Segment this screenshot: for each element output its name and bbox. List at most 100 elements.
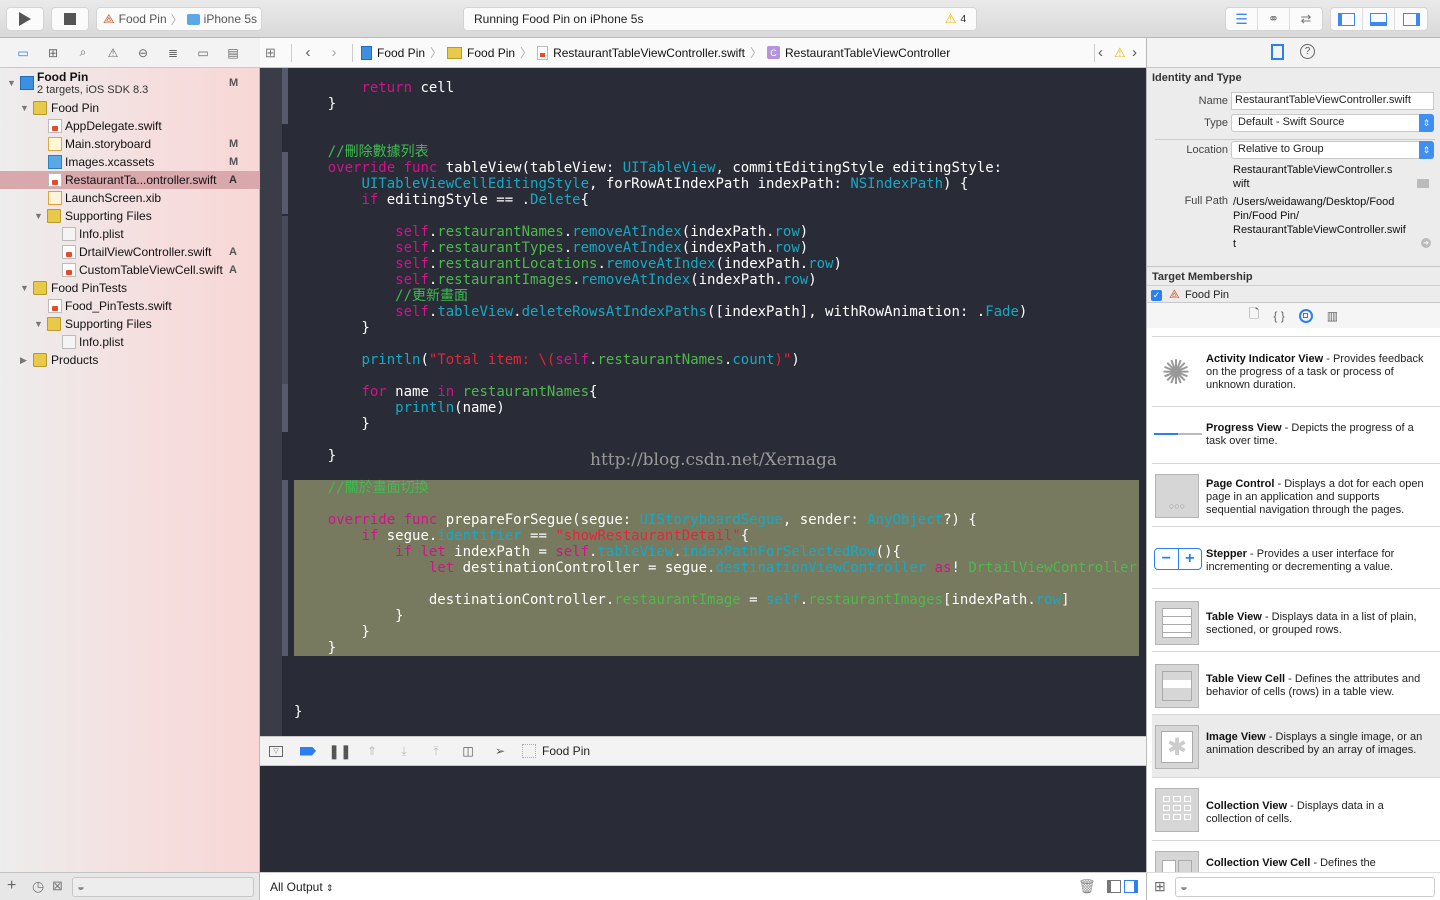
simulate-location-button[interactable]: ➢ bbox=[484, 740, 516, 762]
scheme-selector[interactable]: ⟁ Food Pin 〉 iPhone 5s bbox=[96, 7, 262, 31]
swift-file-icon bbox=[62, 263, 76, 277]
tree-item-folder[interactable]: ▼ Supporting Files bbox=[0, 207, 259, 225]
issue-navigator-icon[interactable]: ⚠ bbox=[104, 44, 122, 62]
pause-button[interactable]: ❚❚ bbox=[324, 740, 356, 762]
breadcrumb-file[interactable]: RestaurantTableViewController.swift bbox=[537, 45, 745, 60]
object-library-icon[interactable] bbox=[1298, 308, 1313, 323]
assistant-editor-button[interactable]: ⚭ bbox=[1258, 8, 1290, 30]
code-content[interactable]: return cell } //刪除數據列表 override func tab… bbox=[294, 80, 1137, 720]
navigator-filter-input[interactable]: ◒ bbox=[72, 877, 254, 897]
folder-icon[interactable] bbox=[1417, 179, 1429, 188]
full-path-label: Full Path bbox=[1184, 195, 1228, 207]
toggle-debug-button[interactable] bbox=[1363, 8, 1395, 30]
breadcrumb-project[interactable]: Food Pin bbox=[361, 45, 425, 60]
run-button[interactable] bbox=[6, 7, 44, 31]
library-item[interactable]: − + Stepper - Provides a user interface f… bbox=[1152, 526, 1440, 588]
library-item[interactable]: Table View - Displays data in a list of … bbox=[1152, 588, 1440, 651]
scm-filter-icon[interactable]: ⊠ bbox=[52, 878, 63, 894]
warning-icon: ⚠ bbox=[944, 11, 957, 26]
step-into-button[interactable]: ⤓ bbox=[388, 740, 420, 762]
disclosure-open-icon[interactable]: ▼ bbox=[20, 103, 29, 113]
breadcrumb-group[interactable]: Food Pin bbox=[447, 46, 515, 60]
debug-navigator-icon[interactable]: ≣ bbox=[164, 44, 182, 62]
full-path-line: Pin/Food Pin/ bbox=[1233, 210, 1300, 222]
tree-item-folder[interactable]: ▼ Food PinTests bbox=[0, 279, 259, 297]
media-library-icon[interactable]: ▥ bbox=[1327, 309, 1338, 323]
disclosure-open-icon[interactable]: ▼ bbox=[34, 319, 43, 329]
report-navigator-icon[interactable]: ▤ bbox=[224, 44, 242, 62]
console-output[interactable] bbox=[260, 766, 1146, 872]
step-over-button[interactable]: ⇑ bbox=[356, 740, 388, 762]
breakpoint-navigator-icon[interactable]: ▭ bbox=[194, 44, 212, 62]
tree-item-file[interactable]: Info.plist bbox=[0, 225, 259, 243]
name-field[interactable]: RestaurantTableViewController.swift bbox=[1231, 92, 1434, 110]
next-issue-button[interactable]: › bbox=[1132, 44, 1137, 61]
tree-item-file[interactable]: Images.xcassets M bbox=[0, 153, 259, 171]
tree-item-folder[interactable]: ▶ Products bbox=[0, 351, 259, 369]
tree-item-file[interactable]: LaunchScreen.xib bbox=[0, 189, 259, 207]
library-item-selected[interactable]: ✱ Image View - Displays a single image, … bbox=[1152, 714, 1440, 777]
library-item[interactable]: ○○○ Page Control - Displays a dot for ea… bbox=[1152, 463, 1440, 526]
grid-view-icon[interactable]: ⊞ bbox=[1154, 878, 1166, 895]
related-items-icon[interactable]: ⊞ bbox=[265, 45, 285, 61]
recent-files-icon[interactable]: ◷ bbox=[32, 878, 44, 895]
disclosure-open-icon[interactable]: ▼ bbox=[20, 283, 29, 293]
symbol-navigator-icon[interactable]: ⊞ bbox=[44, 44, 62, 62]
code-snippet-icon[interactable]: { } bbox=[1273, 309, 1284, 323]
tree-item-project[interactable]: ▼ Food Pin 2 targets, iOS SDK 8.3 M bbox=[0, 68, 259, 98]
warning-icon[interactable]: ⚠ bbox=[1114, 45, 1126, 61]
library-item[interactable]: Collection View Cell - Defines the bbox=[1152, 840, 1440, 872]
file-inspector-icon[interactable] bbox=[1271, 44, 1284, 60]
library-item[interactable]: ✺ Activity Indicator View - Provides fee… bbox=[1152, 336, 1440, 406]
quick-help-icon[interactable]: ? bbox=[1300, 44, 1315, 59]
view-debugger-button[interactable]: ◫ bbox=[452, 740, 484, 762]
tree-item-file[interactable]: Food_PinTests.swift bbox=[0, 297, 259, 315]
tree-item-folder[interactable]: ▼ Food Pin bbox=[0, 99, 259, 117]
library-item[interactable]: Table View Cell - Defines the attributes… bbox=[1152, 651, 1440, 714]
trash-icon[interactable]: 🗑 bbox=[1078, 878, 1096, 895]
tree-item-file[interactable]: DrtailViewController.swift A bbox=[0, 243, 259, 261]
project-navigator-icon[interactable]: ▭ bbox=[14, 44, 32, 62]
library-item[interactable]: Collection View - Displays data in a col… bbox=[1152, 777, 1440, 840]
search-icon[interactable]: ⌕ bbox=[74, 44, 92, 62]
tree-item-file[interactable]: AppDelegate.swift bbox=[0, 117, 259, 135]
class-icon: C bbox=[766, 46, 780, 59]
disclosure-open-icon[interactable]: ▼ bbox=[34, 211, 43, 221]
location-select[interactable]: Relative to Group ⇕ bbox=[1231, 141, 1434, 159]
previous-issue-button[interactable]: ‹ bbox=[1098, 44, 1103, 61]
show-console-button[interactable] bbox=[1124, 880, 1138, 893]
target-checkbox[interactable]: ✓ bbox=[1151, 290, 1162, 301]
tree-item-file[interactable]: Main.storyboard M bbox=[0, 135, 259, 153]
step-out-button[interactable]: ⤒ bbox=[420, 740, 452, 762]
source-editor[interactable]: http://blog.csdn.net/Xernaga return cell… bbox=[260, 68, 1146, 736]
show-variables-button[interactable] bbox=[1107, 880, 1121, 893]
tree-item-file[interactable]: Info.plist bbox=[0, 333, 259, 351]
type-select[interactable]: Default - Swift Source ⇕ bbox=[1231, 114, 1434, 132]
warning-indicator[interactable]: ⚠ 4 bbox=[945, 11, 966, 27]
disclosure-open-icon[interactable]: ▼ bbox=[7, 78, 16, 88]
toggle-navigator-button[interactable] bbox=[1331, 8, 1363, 30]
line-gutter[interactable] bbox=[260, 68, 282, 736]
library-filter-input[interactable]: ◒ bbox=[1175, 877, 1435, 897]
tree-item-folder[interactable]: ▼ Supporting Files bbox=[0, 315, 259, 333]
file-template-icon[interactable]: 🗋 bbox=[1249, 305, 1259, 327]
breakpoints-toggle[interactable] bbox=[292, 740, 324, 762]
standard-editor-button[interactable]: ☰ bbox=[1226, 8, 1258, 30]
library-item[interactable]: Progress View - Depicts the progress of … bbox=[1152, 406, 1440, 463]
item-title: Collection View bbox=[1206, 800, 1288, 812]
disclosure-closed-icon[interactable]: ▶ bbox=[20, 355, 27, 366]
version-editor-button[interactable]: ⇄ bbox=[1290, 8, 1322, 30]
add-icon[interactable]: + bbox=[7, 877, 16, 895]
output-selector[interactable]: All Output ⇕ bbox=[270, 880, 334, 894]
project-subtitle: 2 targets, iOS SDK 8.3 bbox=[37, 84, 149, 96]
back-button[interactable]: ‹ bbox=[298, 44, 318, 61]
test-navigator-icon[interactable]: ⊖ bbox=[134, 44, 152, 62]
tree-item-file[interactable]: CustomTableViewCell.swift A bbox=[0, 261, 259, 279]
tree-item-file-selected[interactable]: RestaurantTa...ontroller.swift A bbox=[0, 171, 259, 189]
breadcrumb-symbol[interactable]: C RestaurantTableViewController bbox=[766, 46, 950, 60]
forward-button[interactable]: › bbox=[324, 44, 344, 61]
stop-button[interactable] bbox=[51, 7, 89, 31]
toggle-utilities-button[interactable] bbox=[1395, 8, 1427, 30]
reveal-arrow-icon[interactable]: ➔ bbox=[1421, 238, 1431, 248]
hide-debug-area-button[interactable]: ▽ bbox=[260, 740, 292, 762]
